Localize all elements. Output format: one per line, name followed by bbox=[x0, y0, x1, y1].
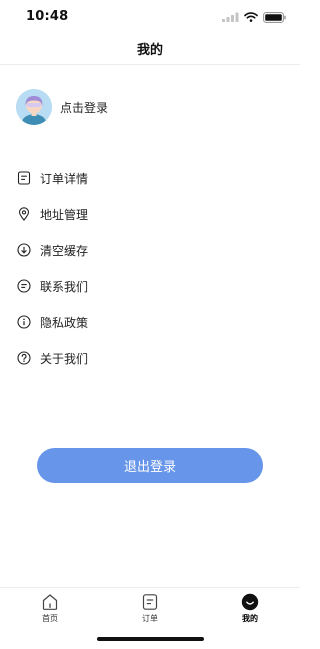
avatar bbox=[16, 89, 52, 125]
battery-icon bbox=[263, 11, 286, 23]
menu-item-order-details[interactable]: 订单详情 bbox=[17, 160, 283, 196]
message-circle-icon bbox=[17, 279, 31, 293]
status-time: 10:48 bbox=[26, 9, 69, 24]
location-pin-icon bbox=[18, 207, 30, 221]
menu-item-privacy-policy[interactable]: 隐私政策 bbox=[17, 304, 283, 340]
signal-icon bbox=[222, 12, 239, 22]
home-indicator bbox=[97, 637, 204, 641]
page-title: 我的 bbox=[136, 42, 163, 58]
status-bar: 10:48 bbox=[0, 0, 300, 32]
wifi-icon bbox=[244, 12, 258, 22]
menu-item-contact-us[interactable]: 联系我们 bbox=[17, 268, 283, 304]
menu-item-label: 隐私政策 bbox=[40, 315, 89, 330]
order-icon bbox=[17, 171, 31, 185]
question-circle-icon bbox=[17, 351, 31, 365]
tab-orders[interactable]: 订单 bbox=[100, 593, 200, 627]
menu-item-address-management[interactable]: 地址管理 bbox=[17, 196, 283, 232]
menu-item-label: 清空缓存 bbox=[40, 243, 89, 258]
tab-label: 我的 bbox=[242, 614, 258, 623]
menu-item-about-us[interactable]: 关于我们 bbox=[17, 340, 283, 376]
home-icon bbox=[42, 594, 58, 610]
settings-menu: 订单详情 地址管理 清空缓存 联系我们 隐私政策 关于我们 bbox=[17, 160, 283, 376]
tab-label: 订单 bbox=[142, 614, 158, 623]
info-circle-icon bbox=[17, 315, 31, 329]
smile-face-icon bbox=[241, 593, 259, 611]
menu-item-label: 订单详情 bbox=[40, 171, 89, 186]
tab-label: 首页 bbox=[42, 614, 58, 623]
navigation-bar: 我的 bbox=[0, 32, 300, 65]
download-circle-icon bbox=[17, 243, 31, 257]
order-icon bbox=[142, 594, 158, 610]
menu-item-clear-cache[interactable]: 清空缓存 bbox=[17, 232, 283, 268]
logout-button[interactable]: 退出登录 bbox=[37, 448, 263, 483]
tab-mine[interactable]: 我的 bbox=[200, 593, 300, 627]
avatar-illustration-icon bbox=[16, 89, 52, 125]
menu-item-label: 地址管理 bbox=[40, 207, 89, 222]
status-icons bbox=[222, 11, 286, 23]
menu-item-label: 关于我们 bbox=[40, 351, 89, 366]
tab-home[interactable]: 首页 bbox=[0, 593, 100, 627]
login-prompt: 点击登录 bbox=[60, 100, 109, 115]
login-profile-row[interactable]: 点击登录 bbox=[16, 89, 108, 125]
menu-item-label: 联系我们 bbox=[40, 279, 89, 294]
